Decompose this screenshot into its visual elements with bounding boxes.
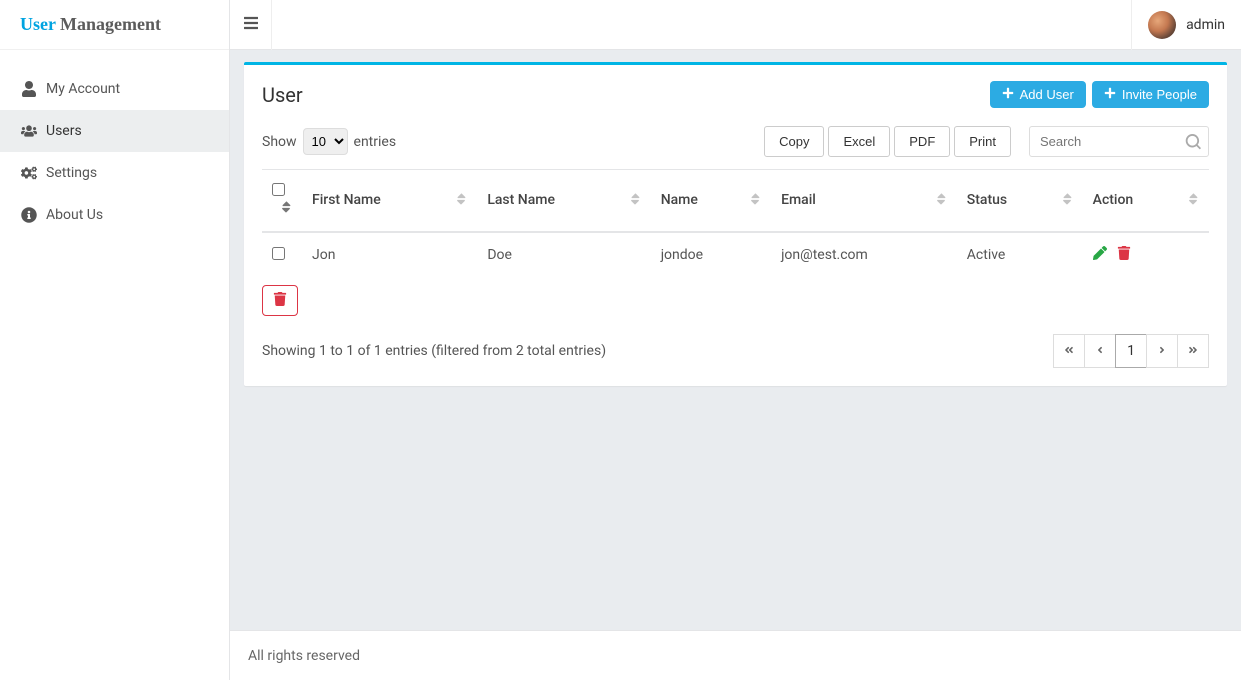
col-first-name[interactable]: First Name [302,170,477,233]
sort-icon [1187,192,1199,210]
pdf-button[interactable]: PDF [894,126,950,157]
entries-label: entries [354,134,397,150]
table-info: Showing 1 to 1 of 1 entries (filtered fr… [262,343,606,359]
row-checkbox[interactable] [272,247,285,260]
user-name: admin [1186,17,1225,33]
delete-button[interactable] [1117,246,1131,264]
footer: All rights reserved [230,630,1241,680]
pencil-icon [1093,248,1107,264]
sort-icon [1061,192,1073,210]
sidebar-item-about-us[interactable]: About Us [0,194,229,236]
search-input[interactable] [1029,126,1209,157]
cell-status: Active [957,232,1083,277]
excel-button[interactable]: Excel [828,126,890,157]
user-icon [18,81,40,97]
sidebar-toggle-button[interactable] [230,0,272,50]
sidebar-item-label: My Account [46,81,120,97]
invite-people-button[interactable]: Invite People [1092,81,1209,108]
brand-text-1: User [20,14,56,35]
bars-icon [243,15,259,35]
brand-text-2: Management [60,14,161,35]
cell-last-name: Doe [477,232,650,277]
trash-icon [1117,248,1131,264]
col-name[interactable]: Name [651,170,771,233]
users-table: First Name Last Name Name Email Status A… [262,169,1209,277]
col-email[interactable]: Email [771,170,957,233]
users-icon [18,123,40,139]
sidebar-item-label: Users [46,123,82,139]
col-last-name[interactable]: Last Name [477,170,650,233]
page-prev-button[interactable] [1084,334,1116,368]
add-user-button[interactable]: Add User [990,81,1086,108]
angle-right-icon [1157,343,1167,359]
select-all-checkbox[interactable] [272,183,285,196]
cell-first-name: Jon [302,232,477,277]
page-first-button[interactable] [1053,334,1085,368]
sidebar: User Management My Account Users Setti [0,0,230,680]
col-status[interactable]: Status [957,170,1083,233]
angle-double-left-icon [1064,343,1074,359]
footer-text: All rights reserved [248,648,360,664]
angle-double-right-icon [1188,343,1198,359]
sort-icon [935,192,947,210]
page-last-button[interactable] [1177,334,1209,368]
page-next-button[interactable] [1146,334,1178,368]
sidebar-item-users[interactable]: Users [0,110,229,152]
topbar: admin [230,0,1241,50]
pagination: 1 [1054,334,1209,368]
angle-left-icon [1095,343,1105,359]
sidebar-item-label: About Us [46,207,103,223]
user-menu[interactable]: admin [1131,0,1241,50]
user-card: User Add User Invite People [244,62,1227,386]
sidebar-item-settings[interactable]: Settings [0,152,229,194]
brand-logo[interactable]: User Management [0,0,229,50]
bulk-delete-button[interactable] [262,285,298,316]
sort-icon [629,192,641,210]
page-size-select[interactable]: 10 [303,128,348,155]
edit-button[interactable] [1093,246,1107,264]
avatar [1148,11,1176,39]
invite-people-label: Invite People [1122,87,1197,102]
cogs-icon [18,165,40,181]
col-action[interactable]: Action [1083,170,1209,233]
show-label: Show [262,134,297,150]
sort-icon [455,192,467,210]
plus-icon [1002,87,1014,102]
cell-email: jon@test.com [771,232,957,277]
page-number-button[interactable]: 1 [1115,334,1147,368]
info-circle-icon [18,207,40,223]
page-title: User [262,83,303,107]
trash-icon [273,292,287,309]
print-button[interactable]: Print [954,126,1011,157]
plus-icon [1104,87,1116,102]
table-row: Jon Doe jondoe jon@test.com Active [262,232,1209,277]
cell-name: jondoe [651,232,771,277]
sidebar-item-my-account[interactable]: My Account [0,68,229,110]
sidebar-nav: My Account Users Settings About Us [0,50,229,236]
sidebar-item-label: Settings [46,165,97,181]
sort-icon [749,192,761,210]
sort-icon[interactable] [280,200,292,218]
add-user-label: Add User [1020,87,1074,102]
copy-button[interactable]: Copy [764,126,824,157]
